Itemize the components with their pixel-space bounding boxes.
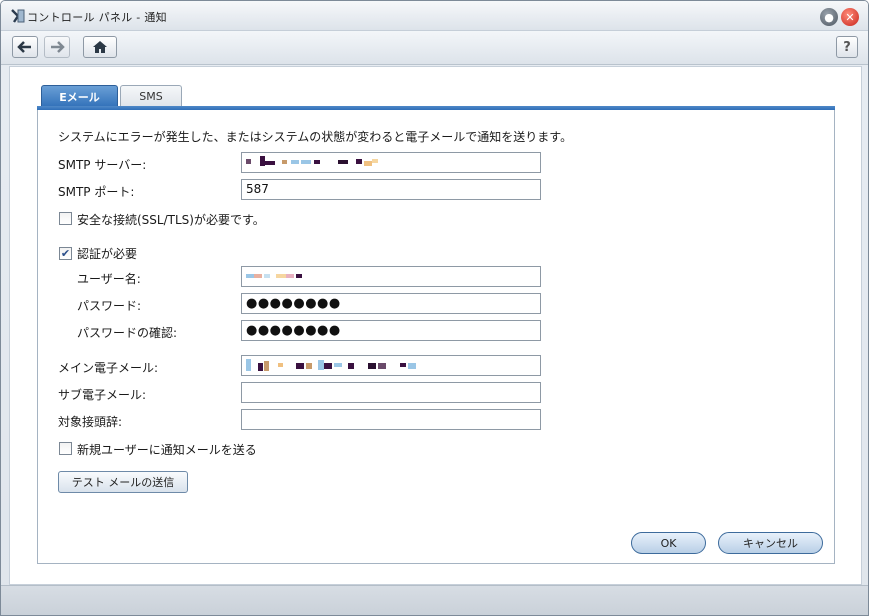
redacted-main-email [246, 359, 416, 371]
title-bar: コントロール パネル - 通知 ● ✕ [1, 1, 868, 31]
close-icon[interactable]: ✕ [841, 8, 859, 26]
control-panel-icon [11, 9, 25, 23]
main-email-input[interactable] [241, 355, 541, 376]
new-user-notify-label: 新規ユーザーに通知メールを送る [77, 443, 257, 457]
subject-prefix-input[interactable] [241, 409, 541, 430]
ssl-checkbox[interactable] [59, 212, 72, 225]
smtp-port-input[interactable]: 587 [241, 179, 541, 200]
minimize-icon[interactable]: ● [820, 8, 838, 26]
sub-email-input[interactable] [241, 382, 541, 403]
subject-prefix-label: 対象接頭辞: [58, 415, 123, 429]
window-title: コントロール パネル - 通知 [27, 11, 167, 24]
forward-button[interactable] [44, 36, 70, 58]
status-bar [1, 585, 868, 615]
auth-checkbox[interactable]: ✔ [59, 247, 72, 260]
main-email-label: メイン電子メール: [58, 361, 159, 375]
password-confirm-input[interactable]: ●●●●●●●● [241, 320, 541, 341]
tab-sms[interactable]: SMS [120, 85, 182, 107]
cancel-button[interactable]: キャンセル [718, 532, 823, 554]
tab-email[interactable]: Eメール [41, 85, 118, 108]
smtp-server-input[interactable] [241, 152, 541, 173]
sub-email-label: サブ電子メール: [58, 388, 147, 402]
ssl-label: 安全な接続(SSL/TLS)が必要です。 [77, 213, 265, 227]
tab-underline [37, 106, 835, 110]
redacted-smtp-server [246, 156, 378, 166]
password-confirm-label: パスワードの確認: [77, 326, 178, 340]
smtp-port-label: SMTP ポート: [58, 185, 135, 199]
username-input[interactable] [241, 266, 541, 287]
description-text: システムにエラーが発生した、またはシステムの状態が変わると電子メールで通知を送り… [58, 130, 573, 144]
home-icon [93, 41, 107, 53]
home-button[interactable] [83, 36, 117, 58]
help-button[interactable]: ? [836, 36, 858, 58]
back-button[interactable] [12, 36, 38, 58]
password-input[interactable]: ●●●●●●●● [241, 293, 541, 314]
smtp-server-label: SMTP サーバー: [58, 158, 147, 172]
control-panel-window: コントロール パネル - 通知 ● ✕ ? Eメール SMS システムにエラーが… [0, 0, 869, 616]
password-label: パスワード: [77, 299, 142, 313]
arrow-left-icon [17, 41, 31, 53]
arrow-right-icon [51, 41, 65, 53]
toolbar: ? [1, 31, 868, 65]
redacted-username [246, 274, 302, 278]
ok-button[interactable]: OK [631, 532, 706, 554]
username-label: ユーザー名: [77, 272, 141, 286]
auth-label: 認証が必要 [77, 247, 138, 261]
new-user-notify-checkbox[interactable] [59, 442, 72, 455]
send-test-mail-button[interactable]: テスト メールの送信 [58, 471, 188, 493]
